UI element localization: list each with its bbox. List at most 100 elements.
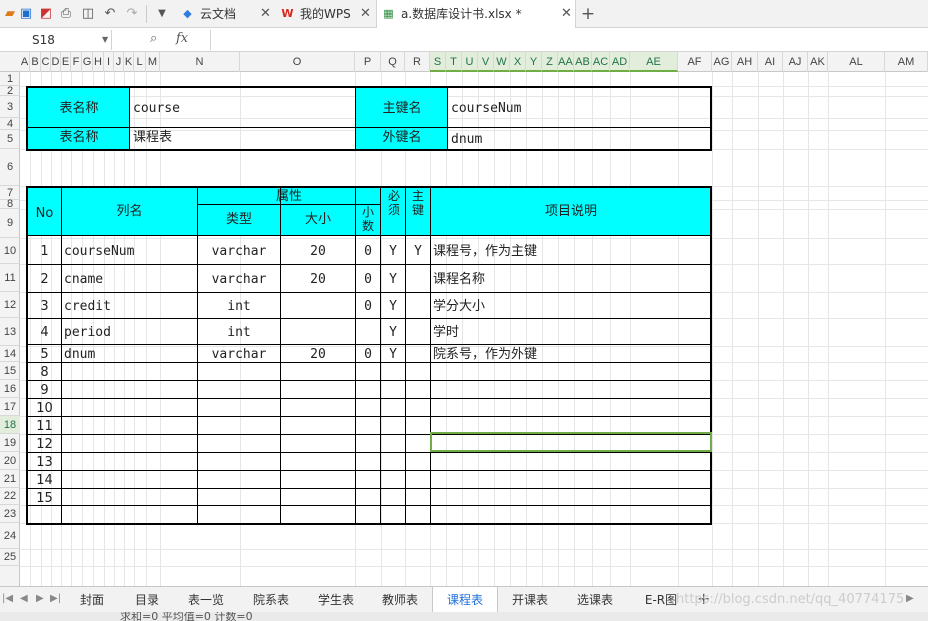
sheet-tab-3[interactable]: 院系表: [238, 587, 304, 613]
row-size[interactable]: 20: [281, 272, 355, 288]
column-header-h[interactable]: H: [93, 52, 104, 72]
column-header-ae[interactable]: AE: [630, 52, 678, 72]
row-required[interactable]: Y: [381, 347, 405, 363]
row-header-16[interactable]: 16: [0, 380, 20, 398]
column-header-am[interactable]: AM: [885, 52, 928, 72]
column-header-af[interactable]: AF: [678, 52, 712, 72]
column-header-w[interactable]: W: [494, 52, 510, 72]
row-type[interactable]: int: [198, 299, 280, 315]
close-icon[interactable]: ✕: [260, 0, 271, 28]
row-header-23[interactable]: 23: [0, 505, 20, 523]
column-header-ab[interactable]: AB: [574, 52, 592, 72]
row-header-14[interactable]: 14: [0, 346, 20, 362]
next-sheet-icon[interactable]: ▶: [36, 593, 44, 604]
foreign-key-value[interactable]: dnum: [451, 132, 482, 148]
row-header-6[interactable]: 6: [0, 149, 20, 186]
column-header-t[interactable]: T: [446, 52, 462, 72]
column-header-ac[interactable]: AC: [592, 52, 610, 72]
row-no[interactable]: 13: [28, 455, 61, 471]
row-header-19[interactable]: 19: [0, 434, 20, 452]
zoom-search-icon[interactable]: ⌕: [150, 31, 157, 46]
new-tab-plus-icon[interactable]: +: [580, 6, 596, 23]
column-header-p[interactable]: P: [355, 52, 381, 72]
row-size[interactable]: 20: [281, 347, 355, 363]
row-column-name[interactable]: cname: [64, 272, 194, 288]
column-header-x[interactable]: X: [510, 52, 526, 72]
row-column-name[interactable]: period: [64, 325, 194, 341]
column-header-k[interactable]: K: [124, 52, 134, 72]
row-description[interactable]: 课程名称: [433, 272, 709, 288]
row-decimal[interactable]: 0: [356, 244, 380, 260]
column-header-q[interactable]: Q: [381, 52, 405, 72]
row-no[interactable]: 9: [28, 383, 61, 399]
row-header-11[interactable]: 11: [0, 264, 20, 292]
row-description[interactable]: 学时: [433, 325, 709, 341]
tab-workbook[interactable]: ▦ a.数据库设计书.xlsx * ✕: [376, 0, 576, 29]
name-box[interactable]: S18 ▼: [0, 30, 112, 50]
save-icon[interactable]: ▣: [18, 6, 34, 22]
column-header-u[interactable]: U: [462, 52, 478, 72]
sheet-tab-4[interactable]: 学生表: [304, 587, 368, 613]
column-header-j[interactable]: J: [114, 52, 124, 72]
row-type[interactable]: varchar: [198, 272, 280, 288]
row-header-22[interactable]: 22: [0, 488, 20, 505]
sheet-tab-7[interactable]: 开课表: [498, 587, 562, 613]
row-no[interactable]: 10: [28, 401, 61, 417]
row-header-1[interactable]: 1: [0, 72, 20, 86]
row-no[interactable]: 2: [28, 272, 61, 288]
row-description[interactable]: 学分大小: [433, 299, 709, 315]
tab-cloud-docs[interactable]: ◆ 云文档 ✕: [176, 0, 276, 28]
active-cell-selection[interactable]: [430, 432, 712, 452]
first-sheet-icon[interactable]: |◀: [2, 593, 13, 604]
row-no[interactable]: 8: [28, 365, 61, 381]
column-header-ad[interactable]: AD: [610, 52, 630, 72]
last-sheet-icon[interactable]: ▶|: [50, 593, 61, 604]
row-required[interactable]: Y: [381, 299, 405, 315]
function-fx-icon[interactable]: fx: [176, 31, 188, 46]
column-header-a[interactable]: A: [20, 52, 30, 72]
column-header-ak[interactable]: AK: [808, 52, 828, 72]
export-pdf-icon[interactable]: ◩: [38, 6, 54, 22]
column-header-v[interactable]: V: [478, 52, 494, 72]
column-header-l[interactable]: L: [134, 52, 146, 72]
sheet-tab-8[interactable]: 选课表: [562, 587, 628, 613]
row-header-10[interactable]: 10: [0, 238, 20, 264]
column-header-al[interactable]: AL: [828, 52, 885, 72]
scroll-right-icon[interactable]: ▶: [906, 593, 914, 604]
column-header-c[interactable]: C: [41, 52, 51, 72]
row-no[interactable]: 4: [28, 325, 61, 341]
column-header-o[interactable]: O: [240, 52, 355, 72]
sheet-tab-2[interactable]: 表一览: [174, 587, 238, 613]
prev-sheet-icon[interactable]: ◀: [20, 593, 28, 604]
row-header-8[interactable]: 8: [0, 199, 20, 210]
row-no[interactable]: 1: [28, 244, 61, 260]
column-header-aa[interactable]: AA: [558, 52, 574, 72]
undo-icon[interactable]: ↶: [102, 6, 118, 22]
column-header-b[interactable]: B: [30, 52, 41, 72]
column-header-d[interactable]: D: [51, 52, 61, 72]
row-type[interactable]: varchar: [198, 347, 280, 363]
row-primary-key[interactable]: Y: [406, 244, 430, 260]
row-header-3[interactable]: 3: [0, 96, 20, 118]
row-header-18[interactable]: 18: [0, 416, 20, 434]
row-header-13[interactable]: 13: [0, 318, 20, 346]
row-header-17[interactable]: 17: [0, 398, 20, 416]
column-header-r[interactable]: R: [405, 52, 430, 72]
sheet-tab-1[interactable]: 目录: [120, 587, 174, 613]
open-folder-icon[interactable]: ▰: [2, 6, 18, 22]
row-type[interactable]: varchar: [198, 244, 280, 260]
table-cn-name-value[interactable]: 课程表: [133, 130, 172, 146]
tab-my-wps[interactable]: W 我的WPS ✕: [276, 0, 376, 28]
row-no[interactable]: 5: [28, 347, 61, 363]
row-header-21[interactable]: 21: [0, 470, 20, 488]
row-description[interactable]: 课程号，作为主键: [433, 244, 709, 260]
row-no[interactable]: 15: [28, 491, 61, 507]
row-header-25[interactable]: 25: [0, 549, 20, 566]
column-header-n[interactable]: N: [160, 52, 240, 72]
row-size[interactable]: 20: [281, 244, 355, 260]
column-header-i[interactable]: I: [104, 52, 114, 72]
column-header-y[interactable]: Y: [526, 52, 542, 72]
row-no[interactable]: 3: [28, 299, 61, 315]
row-column-name[interactable]: credit: [64, 299, 194, 315]
table-name-value[interactable]: course: [133, 101, 180, 117]
